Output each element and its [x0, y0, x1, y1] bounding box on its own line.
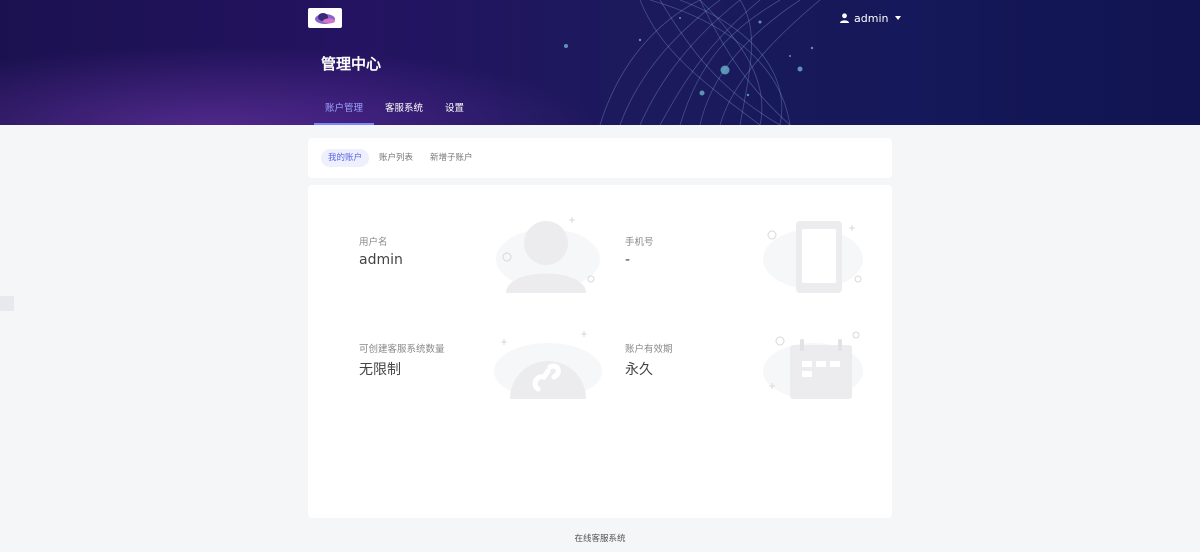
- footer-text: 在线客服系统: [574, 534, 626, 544]
- subtab-add-subaccount[interactable]: 新增子账户: [423, 149, 480, 167]
- page-title: 管理中心: [321, 55, 382, 73]
- info-label: 用户名: [359, 237, 388, 248]
- info-label: 可创建客服系统数量: [359, 344, 445, 355]
- nav-tab-settings[interactable]: 设置: [434, 98, 475, 125]
- network-decoration: [564, 0, 821, 125]
- user-menu[interactable]: admin: [840, 11, 902, 25]
- user-icon: [496, 217, 600, 293]
- info-phone: 手机号 -: [625, 234, 654, 268]
- subtab-my-account[interactable]: 我的账户: [321, 149, 370, 167]
- main-nav: 账户管理 客服系统 设置: [314, 98, 475, 125]
- info-value: -: [625, 252, 631, 268]
- nav-tab-service-system[interactable]: 客服系统: [374, 98, 434, 125]
- side-drawer-handle[interactable]: [0, 296, 14, 311]
- info-username: 用户名 admin: [359, 234, 403, 268]
- logo[interactable]: [308, 8, 342, 28]
- account-info-card: 用户名 admin 手机号 - 可创建客服系统数量 无限制 账户有效期 永久: [308, 185, 892, 518]
- user-icon: [840, 13, 849, 23]
- info-label: 手机号: [625, 237, 654, 248]
- info-quota: 可创建客服系统数量 无限制: [359, 341, 445, 379]
- chevron-down-icon: [895, 16, 902, 20]
- nav-tab-account-management[interactable]: 账户管理: [314, 98, 375, 125]
- info-value: 无限制: [359, 362, 401, 378]
- info-label: 账户有效期: [625, 344, 673, 355]
- header-banner: admin 管理中心 账户管理 客服系统 设置: [0, 0, 1200, 125]
- info-value: 永久: [625, 362, 653, 378]
- username-label: admin: [854, 11, 889, 25]
- subtab-bar: 我的账户 账户列表 新增子账户: [308, 138, 892, 178]
- info-validity: 账户有效期 永久: [625, 341, 673, 379]
- link-icon: [494, 331, 602, 399]
- info-value: admin: [359, 252, 403, 268]
- phone-icon: [763, 221, 863, 293]
- calendar-icon: [763, 331, 863, 399]
- subtab-account-list[interactable]: 账户列表: [372, 149, 420, 167]
